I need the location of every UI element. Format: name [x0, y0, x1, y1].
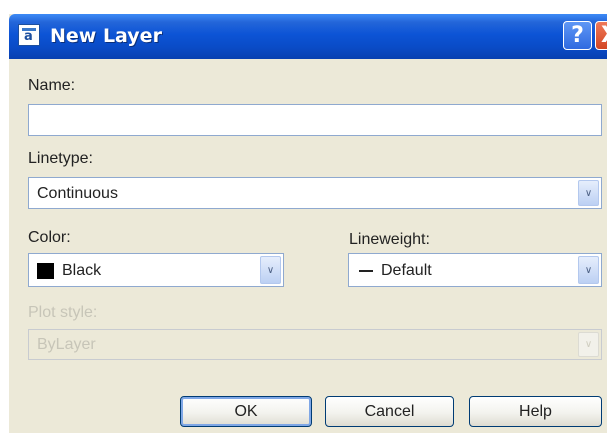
title-bar: a New Layer: [9, 14, 607, 59]
lineweight-dropdown[interactable]: Default ∨: [348, 253, 602, 287]
app-icon: a: [18, 24, 40, 46]
plotstyle-dropdown-button: ∨: [578, 332, 599, 357]
help-icon[interactable]: ?: [563, 21, 592, 50]
lineweight-value: Default: [381, 262, 432, 279]
plotstyle-label: Plot style:: [28, 304, 98, 321]
lineweight-label: Lineweight:: [349, 231, 430, 248]
ok-button[interactable]: OK: [180, 396, 312, 427]
linetype-value: Continuous: [37, 185, 118, 202]
color-dropdown-button[interactable]: ∨: [260, 256, 281, 284]
linetype-dropdown-button[interactable]: ∨: [578, 180, 599, 206]
close-icon[interactable]: X: [595, 21, 607, 50]
color-label: Color:: [28, 229, 71, 246]
app-icon-glyph: a: [24, 29, 33, 44]
linetype-dropdown[interactable]: Continuous ∨: [28, 177, 602, 209]
help-button[interactable]: Help: [469, 396, 602, 427]
chevron-down-icon: ∨: [266, 265, 275, 276]
cancel-button[interactable]: Cancel: [325, 396, 454, 427]
color-swatch: [37, 263, 54, 279]
chevron-down-icon: ∨: [584, 188, 593, 199]
lineweight-dash-icon: [359, 270, 373, 272]
color-value: Black: [62, 262, 102, 279]
linetype-label: Linetype:: [28, 150, 93, 167]
color-dropdown[interactable]: Black ∨: [28, 253, 284, 287]
chevron-down-icon: ∨: [584, 339, 593, 350]
lineweight-dropdown-button[interactable]: ∨: [578, 256, 599, 284]
window-title: New Layer: [50, 25, 162, 47]
chevron-down-icon: ∨: [584, 265, 593, 276]
name-label: Name:: [28, 77, 76, 94]
plotstyle-value: ByLayer: [37, 336, 96, 353]
new-layer-dialog: a New Layer ? X Name: Linetype: Continuo…: [9, 14, 607, 433]
plotstyle-dropdown: ByLayer ∨: [28, 329, 602, 360]
name-input[interactable]: [28, 104, 602, 136]
